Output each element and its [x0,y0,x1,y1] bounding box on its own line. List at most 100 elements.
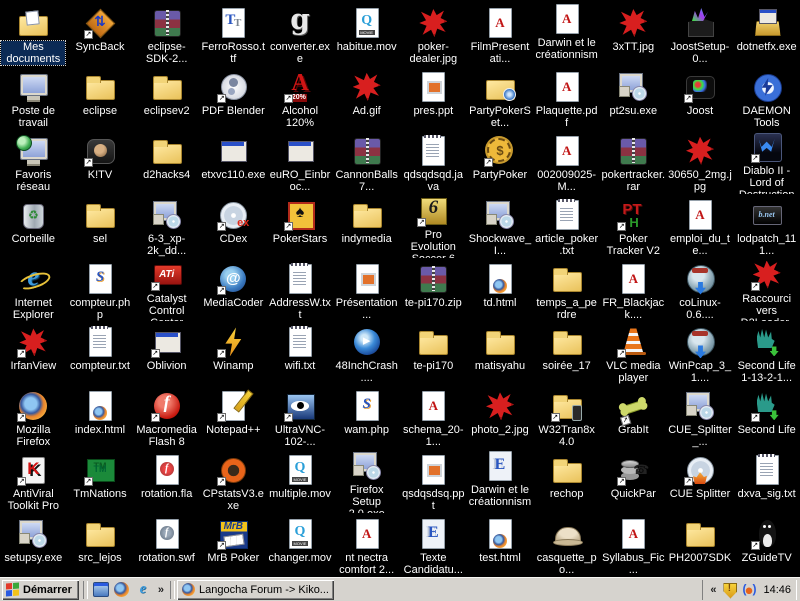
desktop-icon[interactable]: 6-3_xp-2k_dd... [133,194,200,258]
desktop-icon[interactable]: Raccourci vers D2Loader-1.1... [733,258,800,322]
desktop-icon[interactable]: WinPcap_3_1.... [667,321,734,385]
desktop-icon[interactable]: FilmPresentati... [467,2,534,66]
desktop-icon[interactable]: MOVIEchanger.mov [267,513,334,577]
desktop-icon[interactable]: Pro Evolution Soccer 6 [400,194,467,258]
desktop-icon[interactable]: pt2su.exe [600,66,667,130]
desktop-icon[interactable]: te-pi170.zip [400,258,467,322]
desktop-icon[interactable]: Oblivion [133,321,200,385]
desktop-icon[interactable]: FR_Blackjack.... [600,258,667,322]
start-button[interactable]: Démarrer [2,580,79,600]
desktop-icon[interactable]: SyncBack [67,2,134,66]
desktop-icon[interactable]: CUE_Splitter_... [667,385,734,449]
desktop-icon[interactable]: nt nectra comfort 2... [333,513,400,577]
desktop-icon[interactable]: converter.exe [267,2,334,66]
desktop-icon[interactable]: DAEMON Tools [733,66,800,130]
desktop-icon[interactable]: Internet Explorer [0,258,67,322]
desktop-icon[interactable]: Ad.gif [333,66,400,130]
desktop-icon[interactable]: qsdqsdsq.ppt [400,449,467,513]
desktop-icon[interactable]: article_poker.txt [533,194,600,258]
desktop-icon[interactable]: matisyahu [467,321,534,385]
tray-collapse-chevron[interactable]: « [709,584,717,596]
desktop-icon[interactable]: TmNations [67,449,134,513]
desktop-icon[interactable]: PH2007SDK [667,513,734,577]
taskbar-task-button[interactable]: Langocha Forum -> Kiko... [177,580,334,600]
desktop-icon[interactable]: dxva_sig.txt [733,449,800,513]
desktop-icon[interactable]: AddressW.txt [267,258,334,322]
desktop-icon[interactable]: W32Tran8x 4.0 [533,385,600,449]
desktop-icon[interactable]: Plaquette.pdf [533,66,600,130]
desktop-icon[interactable]: AntiViral Toolkit Pro [0,449,67,513]
desktop-icon[interactable]: UltraVNC-102-... [267,385,334,449]
desktop-icon[interactable]: qdsqdsqd.java [400,130,467,194]
desktop-icon[interactable]: wifi.txt [267,321,334,385]
desktop-icon[interactable]: Second Life 1-13-2-1... [733,321,800,385]
desktop-icon[interactable]: PartyPokerSet... [467,66,534,130]
desktop-icon[interactable]: Présentation... [333,258,400,322]
desktop-icon[interactable]: setupsy.exe [0,513,67,577]
desktop-icon[interactable]: euRO_Einbroc... [267,130,334,194]
desktop-icon[interactable]: frotation.fla [133,449,200,513]
desktop-icon[interactable]: compteur.txt [67,321,134,385]
desktop-icon[interactable]: d2hacks4 [133,130,200,194]
desktop-icon[interactable]: 3xTT.jpg [600,2,667,66]
desktop-icon[interactable]: PartyPoker [467,130,534,194]
desktop-icon[interactable]: Poker Tracker V2 [600,194,667,258]
desktop-icon[interactable]: Joost [667,66,734,130]
desktop-icon[interactable]: td.html [467,258,534,322]
desktop-icon[interactable]: eclipsev2 [133,66,200,130]
desktop-icon[interactable]: PDF Blender [200,66,267,130]
desktop-icon[interactable]: K!TV [67,130,134,194]
desktop-icon[interactable]: Second Life [733,385,800,449]
desktop-icon[interactable]: Darwin et le créationnism... [467,449,534,513]
desktop-icon[interactable]: 48InchCrash.... [333,321,400,385]
desktop-icon[interactable]: frotation.swf [133,513,200,577]
desktop-icon[interactable]: Texte Candidatu... [400,513,467,577]
desktop-icon[interactable]: Firefox Setup 2.0.exe [333,449,400,513]
desktop-icon[interactable]: GrabIt [600,385,667,449]
desktop-icon[interactable]: MOVIEhabitue.mov [333,2,400,66]
firefox-quicklaunch-icon[interactable] [114,582,130,598]
desktop-icon[interactable]: IrfanView [0,321,67,385]
security-shield-icon[interactable] [721,582,737,598]
desktop-icon[interactable]: PokerStars [267,194,334,258]
desktop-icon[interactable]: VLC media player [600,321,667,385]
desktop-icon[interactable]: Favoris réseau [0,130,67,194]
desktop-icon[interactable]: CUE Splitter [667,449,734,513]
desktop-icon[interactable]: Catalyst Control Center [133,258,200,322]
desktop-icon[interactable]: index.html [67,385,134,449]
desktop-icon[interactable]: Alcohol 120% [267,66,334,130]
desktop-icon[interactable]: MediaCoder [200,258,267,322]
desktop-icon[interactable]: indymedia [333,194,400,258]
blue-app-quicklaunch-icon[interactable] [93,582,109,598]
desktop-icon[interactable]: Diablo II - Lord of Destruction [733,130,800,194]
desktop-icon[interactable]: te-pi170 [400,321,467,385]
quicklaunch-overflow-chevron[interactable]: » [154,584,168,596]
desktop-icon[interactable]: MOVIEmultiple.mov [267,449,334,513]
auto-update-icon[interactable] [741,582,757,598]
desktop-icon[interactable]: etxvc110.exe [200,130,267,194]
desktop-icon[interactable]: compteur.php [67,258,134,322]
desktop-icon[interactable]: QuickPar [600,449,667,513]
desktop-icon[interactable]: Mes documents [0,2,67,66]
desktop-icon[interactable]: CannonBalls7... [333,130,400,194]
desktop-icon[interactable]: Darwin et le créationnism... [533,2,600,66]
desktop-icon[interactable]: dotnetfx.exe [733,2,800,66]
desktop-icon[interactable]: photo_2.jpg [467,385,534,449]
desktop-icon[interactable]: 002009025-M... [533,130,600,194]
desktop-icon[interactable]: soirée_17 [533,321,600,385]
desktop-icon[interactable]: poker-dealer.jpg [400,2,467,66]
desktop-icon[interactable]: lodpatch_111... [733,194,800,258]
desktop-icon[interactable]: emploi_du_te... [667,194,734,258]
desktop-icon[interactable]: Notepad++ [200,385,267,449]
desktop-icon[interactable]: Syllabus_Fic... [600,513,667,577]
desktop-icon[interactable]: eclipse-SDK-2... [133,2,200,66]
desktop-icon[interactable]: src_lejos [67,513,134,577]
desktop-icon[interactable]: Poste de travail [0,66,67,130]
desktop-icon[interactable]: eclipse [67,66,134,130]
internet-explorer-quicklaunch-icon[interactable]: e [135,582,151,598]
desktop-icon[interactable]: test.html [467,513,534,577]
desktop-icon[interactable]: TFerroRosso.ttf [200,2,267,66]
desktop-icon[interactable]: ZGuideTV [733,513,800,577]
desktop-icon[interactable]: casquette_po... [533,513,600,577]
desktop-icon[interactable]: Winamp [200,321,267,385]
